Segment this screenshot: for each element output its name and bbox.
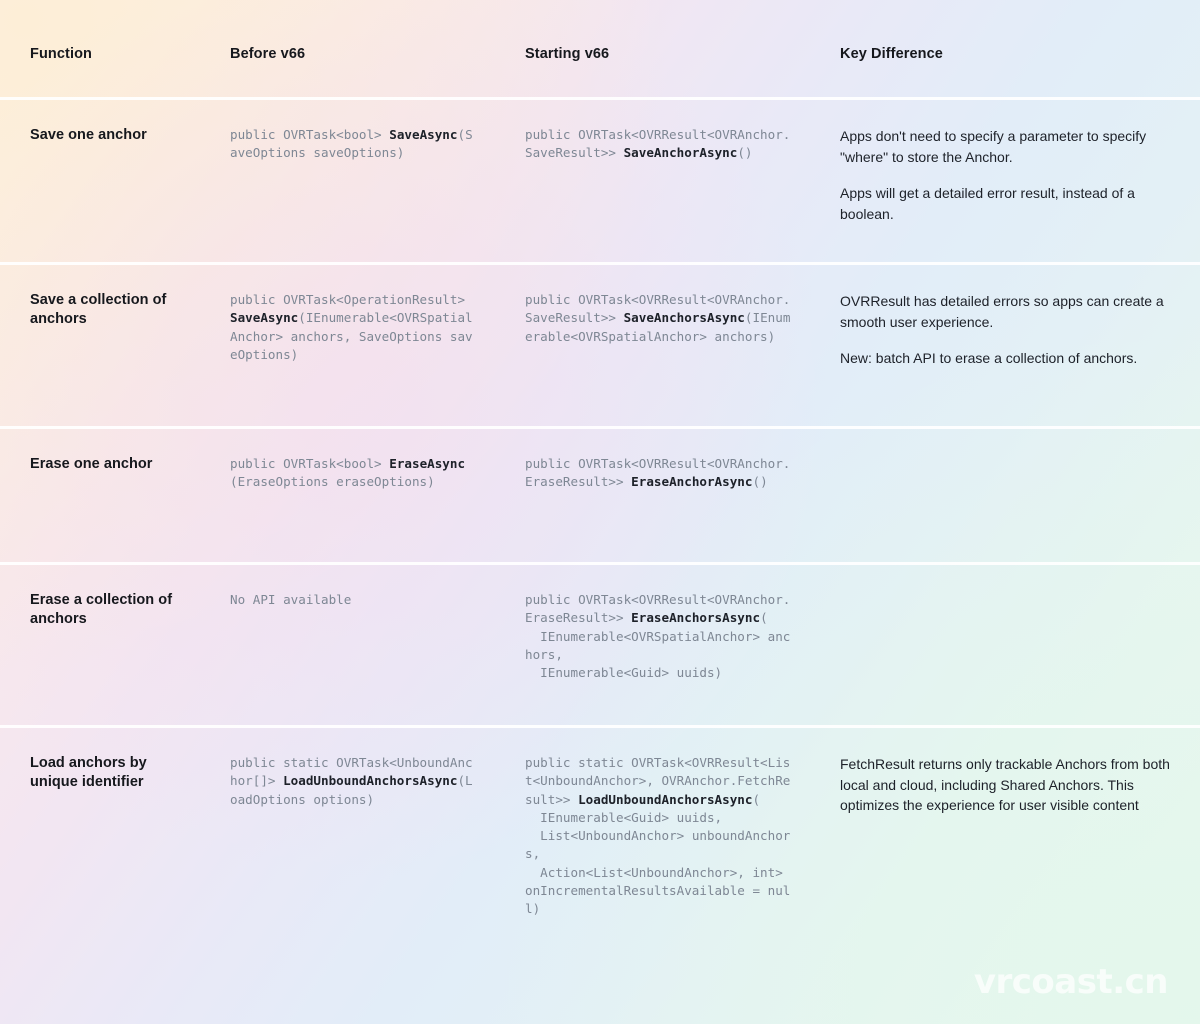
row-key-difference-cell	[810, 565, 1200, 725]
before-code-block: No API available	[230, 592, 352, 607]
column-header-before-v66: Before v66	[230, 46, 306, 62]
before-code-block: public static OVRTask<UnboundAnchor[]> L…	[230, 755, 473, 807]
row-starting-cell: public OVRTask<OVRResult<OVRAnchor.Erase…	[495, 565, 810, 725]
starting-code-block: public OVRTask<OVRResult<OVRAnchor.SaveR…	[525, 292, 791, 344]
function-name: Save one anchor	[30, 127, 147, 143]
row-starting-cell: public static OVRTask<OVRResult<List<Unb…	[495, 728, 810, 972]
before-code-block: public OVRTask<bool> SaveAsync(SaveOptio…	[230, 127, 473, 161]
row-starting-cell: public OVRTask<OVRResult<OVRAnchor.SaveR…	[495, 265, 810, 426]
key-difference-paragraph: Apps don't need to specify a parameter t…	[840, 128, 1147, 165]
table-row: Erase one anchor public OVRTask<bool> Er…	[0, 429, 1200, 565]
starting-code-block: public OVRTask<OVRResult<OVRAnchor.SaveR…	[525, 127, 791, 161]
row-before-cell: public OVRTask<bool> SaveAsync(SaveOptio…	[200, 100, 495, 262]
row-key-difference-cell: OVRResult has detailed errors so apps ca…	[810, 265, 1200, 426]
key-difference-paragraph: New: batch API to erase a collection of …	[840, 350, 1138, 367]
row-starting-cell: public OVRTask<OVRResult<OVRAnchor.Erase…	[495, 429, 810, 562]
api-comparison-table: Function Before v66 Starting v66 Key Dif…	[0, 0, 1200, 972]
starting-code-block: public static OVRTask<OVRResult<List<Unb…	[525, 755, 791, 916]
function-name: Erase one anchor	[30, 456, 153, 472]
row-function-cell: Save a collection of anchors	[0, 265, 200, 426]
row-starting-cell: public OVRTask<OVRResult<OVRAnchor.SaveR…	[495, 100, 810, 262]
column-header-starting-v66: Starting v66	[525, 46, 610, 62]
table-row: Erase a collection of anchors No API ava…	[0, 565, 1200, 728]
function-name: Save a collection of anchors	[30, 292, 167, 328]
row-before-cell: public OVRTask<OperationResult> SaveAsyn…	[200, 265, 495, 426]
column-header-function: Function	[30, 46, 93, 62]
header-cell-function: Function	[0, 0, 200, 97]
row-key-difference-cell: FetchResult returns only trackable Ancho…	[810, 728, 1200, 972]
table-row: Save a collection of anchors public OVRT…	[0, 265, 1200, 429]
key-difference-paragraph: FetchResult returns only trackable Ancho…	[840, 756, 1170, 814]
header-cell-before: Before v66	[200, 0, 495, 97]
before-code-block: public OVRTask<OperationResult> SaveAsyn…	[230, 292, 473, 362]
key-difference-paragraph: OVRResult has detailed errors so apps ca…	[840, 293, 1164, 330]
key-difference-notes: OVRResult has detailed errors so apps ca…	[840, 291, 1184, 369]
before-code-block: public OVRTask<bool> EraseAsync(EraseOpt…	[230, 456, 466, 490]
row-function-cell: Erase one anchor	[0, 429, 200, 562]
table-header-row: Function Before v66 Starting v66 Key Dif…	[0, 0, 1200, 100]
row-before-cell: public OVRTask<bool> EraseAsync(EraseOpt…	[200, 429, 495, 562]
starting-code-block: public OVRTask<OVRResult<OVRAnchor.Erase…	[525, 456, 791, 490]
row-function-cell: Erase a collection of anchors	[0, 565, 200, 725]
comparison-table-page: Function Before v66 Starting v66 Key Dif…	[0, 0, 1200, 1024]
key-difference-notes: FetchResult returns only trackable Ancho…	[840, 754, 1184, 816]
key-difference-notes: Apps don't need to specify a parameter t…	[840, 126, 1184, 224]
function-name: Erase a collection of anchors	[30, 592, 173, 628]
row-before-cell: public static OVRTask<UnboundAnchor[]> L…	[200, 728, 495, 972]
row-key-difference-cell: Apps don't need to specify a parameter t…	[810, 100, 1200, 262]
row-key-difference-cell	[810, 429, 1200, 562]
row-function-cell: Save one anchor	[0, 100, 200, 262]
row-function-cell: Load anchors by unique identifier	[0, 728, 200, 972]
column-header-key-difference: Key Difference	[840, 46, 943, 62]
function-name: Load anchors by unique identifier	[30, 755, 147, 791]
row-before-cell: No API available	[200, 565, 495, 725]
starting-code-block: public OVRTask<OVRResult<OVRAnchor.Erase…	[525, 592, 791, 680]
key-difference-paragraph: Apps will get a detailed error result, i…	[840, 185, 1135, 222]
header-cell-key-difference: Key Difference	[810, 0, 1200, 97]
table-row: Save one anchor public OVRTask<bool> Sav…	[0, 100, 1200, 265]
header-cell-starting: Starting v66	[495, 0, 810, 97]
table-row: Load anchors by unique identifier public…	[0, 728, 1200, 972]
